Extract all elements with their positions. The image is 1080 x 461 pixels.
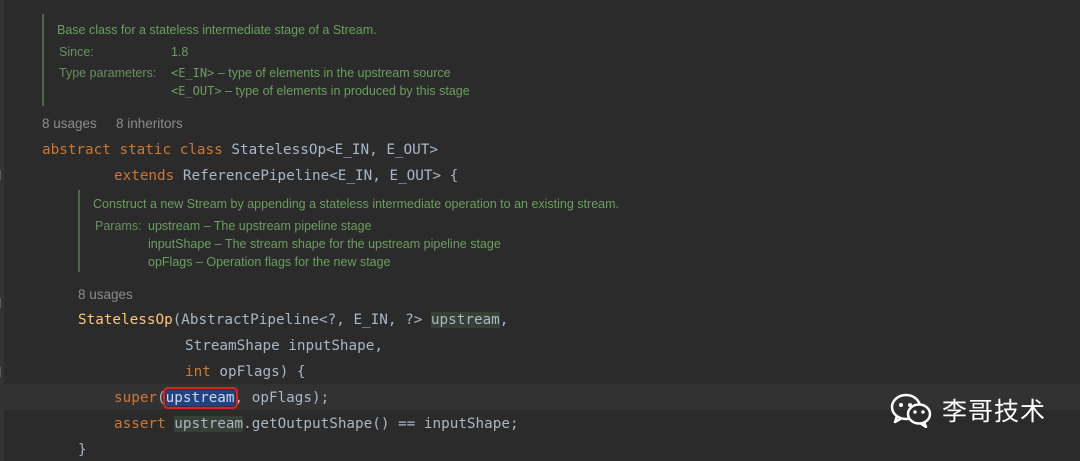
class-inheritors-hint[interactable]: 8 inheritors: [116, 116, 183, 131]
class-extends-line: extends ReferencePipeline<E_IN, E_OUT> {: [114, 168, 459, 184]
watermark-text: 李哥技术: [942, 397, 1047, 426]
ctor-param-line: StreamShape inputShape,: [185, 338, 383, 354]
ctor-usages-hint[interactable]: 8 usages: [78, 287, 133, 302]
super-call-line[interactable]: super(upstream, opFlags);: [114, 387, 329, 409]
assert-line: assert upstream.getOutputShape() == inpu…: [114, 416, 519, 432]
watermark: 李哥技术: [890, 392, 1046, 428]
param-item: upstream – The upstream pipeline stage: [148, 219, 372, 233]
type-param-item: <E_IN> – type of elements in the upstrea…: [171, 66, 451, 80]
class-doc-description: Base class for a stateless intermediate …: [57, 23, 377, 37]
since-value: 1.8: [171, 45, 189, 59]
param-item: opFlags – Operation flags for the new st…: [148, 255, 391, 269]
class-javadoc: Base class for a stateless intermediate …: [42, 14, 604, 106]
gutter-fold-icon[interactable]: [0, 367, 5, 377]
param-item: inputShape – The stream shape for the up…: [148, 237, 501, 251]
ctor-doc-description: Construct a new Stream by appending a st…: [93, 197, 619, 211]
gutter-fold-icon[interactable]: [0, 298, 5, 308]
params-label: Params:: [95, 219, 142, 233]
wechat-icon: [890, 393, 932, 428]
type-params-label: Type parameters:: [59, 66, 157, 80]
ctor-javadoc: Construct a new Stream by appending a st…: [78, 190, 700, 272]
closing-brace: }: [78, 442, 87, 458]
selected-upstream-token[interactable]: upstream: [162, 387, 238, 409]
since-label: Since:: [59, 45, 94, 59]
class-declaration-line: abstract static class StatelessOp<E_IN, …: [42, 142, 438, 158]
type-param-item: <E_OUT> – type of elements in produced b…: [171, 84, 470, 98]
ctor-param-line: int opFlags) {: [185, 364, 306, 380]
ctor-signature-line: StatelessOp(AbstractPipeline<?, E_IN, ?>…: [78, 312, 509, 328]
class-usages-hint[interactable]: 8 usages: [42, 116, 97, 131]
gutter-fold-icon[interactable]: [0, 170, 5, 180]
